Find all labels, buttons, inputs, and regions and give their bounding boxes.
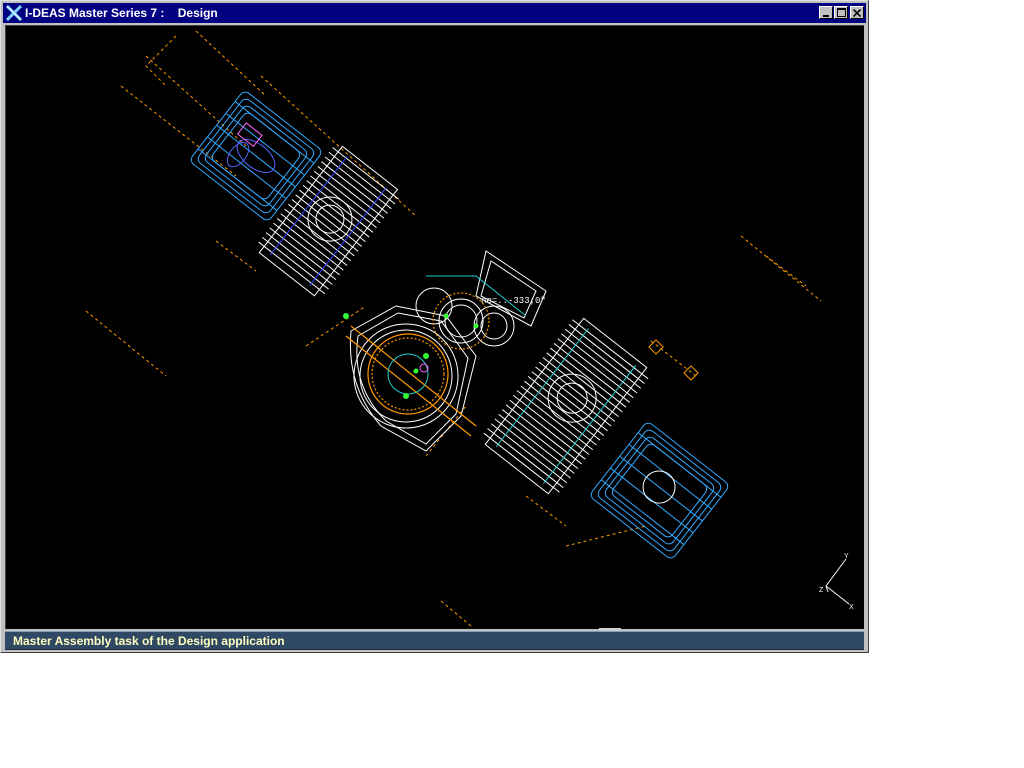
close-button[interactable]	[850, 6, 864, 19]
close-icon	[853, 8, 861, 17]
crankcase-gear-assembly	[343, 250, 547, 452]
datum-markers	[648, 339, 699, 381]
coordinate-triad: Y X Z	[819, 553, 854, 611]
graphics-viewport[interactable]: Y X Z ne=..-333;0"	[5, 25, 864, 629]
minimize-button[interactable]	[819, 6, 833, 19]
status-bar: Master Assembly task of the Design appli…	[5, 631, 864, 650]
ideas-app-icon[interactable]	[5, 4, 23, 22]
status-message: Master Assembly task of the Design appli…	[13, 633, 285, 648]
maximize-icon	[836, 8, 846, 17]
upper-finned-cylinder	[258, 145, 400, 297]
window-title: I-DEAS Master Series 7 : Design	[25, 6, 218, 20]
application-window: I-DEAS Master Series 7 : Design Y X Z ne…	[0, 0, 869, 653]
maximize-button[interactable]	[834, 6, 848, 19]
construction-lines	[85, 30, 822, 627]
coordinate-readout: ne=..-333;0"	[481, 296, 546, 306]
triad-z-label: Z	[819, 587, 824, 594]
triad-y-label: Y	[844, 553, 849, 560]
window-controls	[818, 6, 864, 19]
triad-x-label: X	[849, 604, 854, 611]
lower-cylinder-head	[590, 422, 729, 559]
upper-cylinder-head	[190, 91, 322, 221]
title-bar[interactable]: I-DEAS Master Series 7 : Design	[3, 3, 866, 23]
wireframe-assembly-model[interactable]: Y X Z	[6, 26, 864, 629]
minimize-icon	[823, 14, 829, 17]
